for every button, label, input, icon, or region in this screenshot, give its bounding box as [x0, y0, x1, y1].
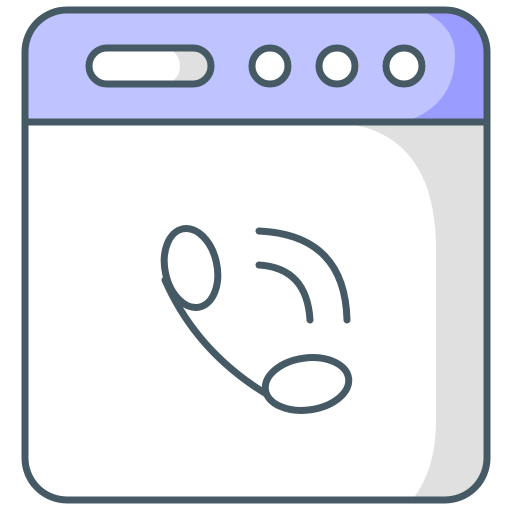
- window-dot-2: [315, 44, 359, 88]
- browser-call-illustration: [0, 0, 512, 512]
- browser-phone-call-icon: [21, 6, 491, 504]
- address-pill: [85, 44, 215, 88]
- window-dot-1: [248, 44, 292, 88]
- window-dot-3: [382, 44, 426, 88]
